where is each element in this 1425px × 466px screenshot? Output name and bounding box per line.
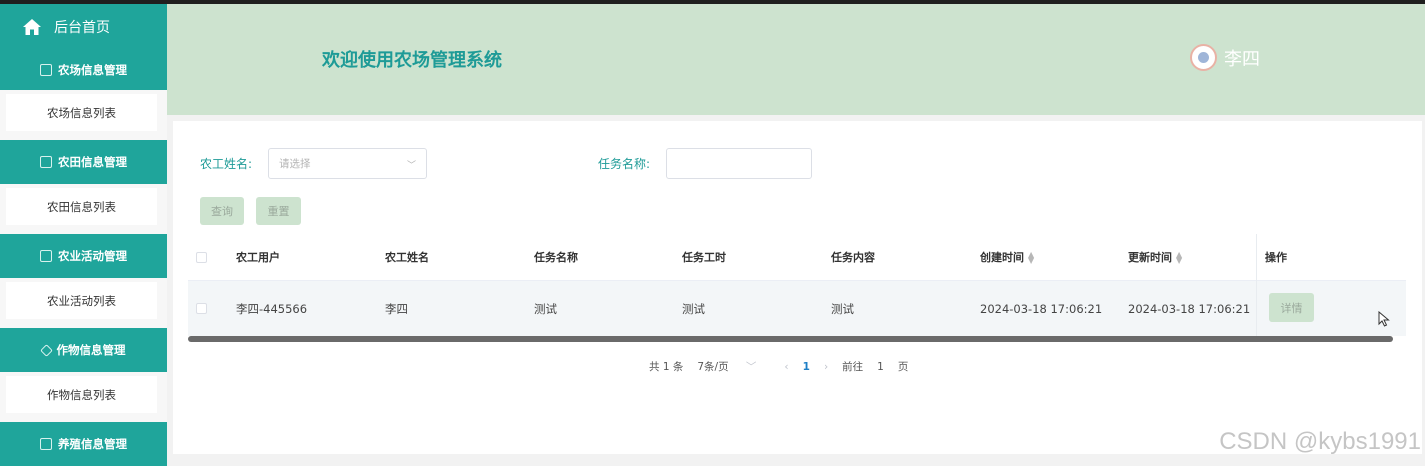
- mouse-cursor-icon: [1378, 311, 1390, 327]
- edit-icon: [40, 250, 52, 262]
- gem-icon: [39, 343, 53, 357]
- reset-button[interactable]: 重置: [256, 197, 301, 225]
- next-page-button[interactable]: ›: [824, 361, 828, 373]
- user-name: 李四: [1224, 48, 1260, 70]
- sidebar-group-label: 农场信息管理: [58, 63, 127, 77]
- home-icon: [23, 19, 41, 35]
- sidebar-group-activity[interactable]: 农业活动管理: [0, 234, 167, 278]
- page-number-current[interactable]: 1: [803, 361, 810, 373]
- sidebar-item-activity-list[interactable]: 农业活动列表: [6, 282, 157, 319]
- column-header-label: 更新时间: [1128, 251, 1172, 264]
- column-header: 任务工时: [682, 251, 726, 264]
- sidebar-group-breeding[interactable]: 养殖信息管理: [0, 422, 167, 466]
- cell-created: 2024-03-18 17:06:21: [980, 301, 1103, 316]
- sidebar-item-wrap: 农田信息列表: [0, 184, 167, 234]
- sidebar-item-farm-list[interactable]: 农场信息列表: [6, 94, 157, 131]
- task-name-input[interactable]: [666, 148, 812, 179]
- chevron-down-icon: ﹀: [406, 161, 416, 171]
- task-name-label: 任务名称:: [598, 157, 651, 171]
- table-header: 农工用户 农工姓名 任务名称 任务工时 任务内容 创建时间 ▲ ▼ 更新时间 ▲ ▼ 操…: [188, 234, 1406, 281]
- sidebar-item-field-list[interactable]: 农田信息列表: [6, 188, 157, 225]
- chart-icon: [40, 156, 52, 168]
- worker-name-label: 农工姓名:: [200, 157, 253, 171]
- column-header-sortable[interactable]: 更新时间 ▲ ▼: [1128, 249, 1182, 265]
- sort-icon[interactable]: ▲ ▼: [1028, 251, 1034, 265]
- prev-page-button[interactable]: ‹: [784, 361, 788, 373]
- column-header-sortable[interactable]: 创建时间 ▲ ▼: [980, 249, 1034, 265]
- table-row: 李四-445566 李四 测试 测试 测试 2024-03-18 17:06:2…: [188, 281, 1406, 336]
- pagination: 共 1 条 7条/页 ﹀ ‹ 1 › 前往 1 页: [649, 359, 922, 374]
- sidebar-group-label: 农业活动管理: [58, 249, 127, 263]
- sidebar-item-wrap: 农业活动列表: [0, 278, 167, 328]
- chevron-down-icon: ﹀: [745, 361, 757, 373]
- select-all-checkbox[interactable]: [196, 251, 207, 263]
- sidebar: 后台首页 农场信息管理 农场信息列表 农田信息管理 农田信息列表 农业活动管理 …: [0, 4, 167, 466]
- sidebar-group-farm[interactable]: 农场信息管理: [0, 50, 167, 90]
- column-header-label: 创建时间: [980, 251, 1024, 264]
- page-size-label: 7条/页: [697, 361, 729, 373]
- main-panel: 农工姓名: 请选择 ﹀ 任务名称: 查询 重置 农工用户 农工姓名 任务名称 任…: [173, 121, 1422, 454]
- sidebar-group-label: 农田信息管理: [58, 155, 127, 169]
- edit-icon: [40, 64, 52, 76]
- worker-name-select[interactable]: 请选择 ﹀: [268, 148, 427, 179]
- page-size-select[interactable]: 7条/页 ﹀: [697, 359, 770, 374]
- sidebar-home-label: 后台首页: [54, 20, 110, 36]
- watermark: CSDN @kybs1991: [1219, 428, 1421, 455]
- cell-task-name: 测试: [534, 301, 557, 316]
- pagination-total: 共 1 条: [649, 361, 684, 373]
- column-header: 任务名称: [534, 251, 578, 264]
- page-title: 欢迎使用农场管理系统: [322, 50, 502, 71]
- cell-user: 李四-445566: [236, 301, 308, 316]
- user-menu[interactable]: 李四: [1190, 44, 1260, 71]
- sidebar-group-label: 作物信息管理: [56, 343, 126, 357]
- horizontal-scrollbar[interactable]: [188, 336, 1393, 342]
- goto-page-input[interactable]: 1: [877, 361, 884, 373]
- data-table: 农工用户 农工姓名 任务名称 任务工时 任务内容 创建时间 ▲ ▼ 更新时间 ▲ ▼ 操…: [188, 234, 1406, 336]
- sidebar-group-crop[interactable]: 作物信息管理: [0, 328, 167, 372]
- sidebar-home[interactable]: 后台首页: [0, 4, 167, 50]
- detail-button[interactable]: 详情: [1269, 293, 1314, 322]
- worker-name-placeholder: 请选择: [279, 158, 311, 170]
- sidebar-item-wrap: 作物信息列表: [0, 372, 167, 422]
- sidebar-item-crop-list[interactable]: 作物信息列表: [6, 376, 157, 413]
- cell-task-content: 测试: [831, 301, 854, 316]
- column-header: 农工姓名: [385, 251, 429, 264]
- sort-icon[interactable]: ▲ ▼: [1176, 251, 1182, 265]
- row-checkbox[interactable]: [196, 303, 207, 314]
- header: 欢迎使用农场管理系统 李四: [167, 4, 1425, 115]
- avatar: [1190, 44, 1217, 71]
- goto-suffix: 页: [897, 361, 909, 373]
- cell-task-hours: 测试: [682, 301, 705, 316]
- goto-prefix: 前往: [842, 361, 864, 373]
- cell-name: 李四: [385, 301, 408, 316]
- sidebar-item-wrap: 农场信息列表: [0, 90, 167, 140]
- column-header: 任务内容: [831, 251, 875, 264]
- cell-updated: 2024-03-18 17:06:21: [1128, 301, 1251, 316]
- sidebar-group-field[interactable]: 农田信息管理: [0, 140, 167, 184]
- sidebar-group-label: 养殖信息管理: [58, 437, 127, 451]
- query-button[interactable]: 查询: [200, 197, 244, 225]
- chart-icon: [40, 438, 52, 450]
- column-header: 农工用户: [236, 251, 280, 264]
